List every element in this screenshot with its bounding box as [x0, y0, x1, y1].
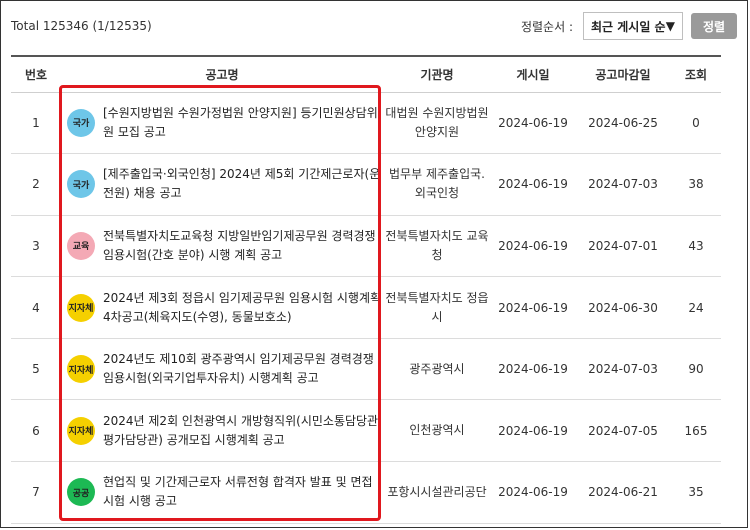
- row-views: 0: [692, 115, 700, 130]
- row-number: 5: [32, 362, 40, 377]
- notice-title-link[interactable]: 2024년 제2회 인천광역시 개방형직위(시민소통담당관, 평가담당관) 공개…: [103, 412, 382, 450]
- sort-order-select[interactable]: 최근 게시일 순 ▼: [583, 12, 683, 40]
- row-title-cell: 공공 현업직 및 기간제근로자 서류전형 합격자 발표 및 면접시험 시행 공고: [61, 462, 383, 524]
- row-posted-date: 2024-06-19: [498, 300, 568, 315]
- notice-title-link[interactable]: [수원지방법원 수원가정법원 안양지원] 등기민원상담위원 모집 공고: [103, 104, 382, 142]
- row-agency: 전북특별자치도 정읍시: [385, 290, 489, 324]
- category-badge: 국가: [67, 108, 95, 137]
- row-number: 4: [32, 300, 40, 315]
- row-deadline-date: 2024-06-30: [588, 300, 658, 315]
- column-header-agency: 기관명: [420, 67, 454, 82]
- row-number: 6: [32, 423, 40, 438]
- row-agency: 포항시시설관리공단: [387, 484, 487, 499]
- notice-table: 번호 공고명 기관명 게시일 공고마감일 조회 1 국가 [수원지방법원 수원가…: [11, 55, 721, 524]
- row-title-cell: 교육 전북특별자치도교육청 지방일반임기제공무원 경력경쟁임용시험(간호 분야)…: [61, 215, 383, 277]
- column-header-views: 조회: [684, 67, 708, 82]
- row-deadline-date: 2024-06-25: [588, 115, 658, 130]
- chevron-down-icon: ▼: [665, 19, 675, 33]
- total-count: Total 125346 (1/12535): [11, 19, 152, 33]
- sort-label: 정렬순서 :: [520, 19, 573, 34]
- table-row[interactable]: 6 지자체 2024년 제2회 인천광역시 개방형직위(시민소통담당관, 평가담…: [11, 400, 721, 462]
- category-badge: 지자체: [67, 355, 95, 384]
- table-row[interactable]: 4 지자체 2024년 제3회 정읍시 임기제공무원 임용시험 시행계획 4차공…: [11, 277, 721, 339]
- sort-button[interactable]: 정렬: [691, 13, 737, 39]
- row-agency: 인천광역시: [409, 423, 465, 438]
- row-posted-date: 2024-06-19: [498, 362, 568, 377]
- table-row[interactable]: 2 국가 [제주출입국·외국인청] 2024년 제5회 기간제근로자(운전원) …: [11, 154, 721, 216]
- row-posted-date: 2024-06-19: [498, 177, 568, 192]
- row-number: 2: [32, 177, 40, 192]
- table-header-row: 번호 공고명 기관명 게시일 공고마감일 조회: [11, 56, 721, 92]
- row-deadline-date: 2024-07-01: [588, 238, 658, 253]
- category-badge: 교육: [67, 231, 95, 260]
- row-agency: 대법원 수원지방법원 안양지원: [385, 105, 489, 139]
- row-posted-date: 2024-06-19: [498, 115, 568, 130]
- row-title-cell: 지자체 2024년 제3회 정읍시 임기제공무원 임용시험 시행계획 4차공고(…: [61, 277, 383, 339]
- list-toolbar: Total 125346 (1/12535) 정렬순서 : 최근 게시일 순 ▼…: [11, 11, 737, 41]
- table-row[interactable]: 1 국가 [수원지방법원 수원가정법원 안양지원] 등기민원상담위원 모집 공고…: [11, 92, 721, 154]
- row-posted-date: 2024-06-19: [498, 238, 568, 253]
- notice-title-link[interactable]: 2024년도 제10회 광주광역시 임기제공무원 경력경쟁임용시험(외국기업투자…: [103, 350, 382, 388]
- row-views: 35: [688, 485, 704, 500]
- row-views: 165: [684, 423, 708, 438]
- row-deadline-date: 2024-06-21: [588, 485, 658, 500]
- row-deadline-date: 2024-07-03: [588, 362, 658, 377]
- category-badge: 공공: [67, 478, 95, 507]
- row-title-cell: 지자체 2024년도 제10회 광주광역시 임기제공무원 경력경쟁임용시험(외국…: [61, 338, 383, 400]
- row-views: 38: [688, 177, 704, 192]
- sort-order-value: 최근 게시일 순: [591, 19, 666, 34]
- row-deadline-date: 2024-07-03: [588, 177, 658, 192]
- row-title-cell: 국가 [수원지방법원 수원가정법원 안양지원] 등기민원상담위원 모집 공고: [61, 92, 383, 154]
- row-agency: 법무부 제주출입국.외국인청: [389, 167, 485, 201]
- column-header-posted: 게시일: [516, 67, 550, 82]
- category-badge: 국가: [67, 170, 95, 199]
- row-number: 7: [32, 485, 40, 500]
- column-header-number: 번호: [24, 67, 48, 82]
- row-views: 90: [688, 362, 704, 377]
- row-title-cell: 국가 [제주출입국·외국인청] 2024년 제5회 기간제근로자(운전원) 채용…: [61, 154, 383, 216]
- row-number: 3: [32, 238, 40, 253]
- row-views: 24: [688, 300, 704, 315]
- column-header-title: 공고명: [205, 67, 239, 82]
- table-row[interactable]: 7 공공 현업직 및 기간제근로자 서류전형 합격자 발표 및 면접시험 시행 …: [11, 462, 721, 524]
- sort-controls: 정렬순서 : 최근 게시일 순 ▼ 정렬: [521, 12, 737, 40]
- row-number: 1: [32, 115, 40, 130]
- table-row[interactable]: 3 교육 전북특별자치도교육청 지방일반임기제공무원 경력경쟁임용시험(간호 분…: [11, 215, 721, 277]
- notice-title-link[interactable]: 전북특별자치도교육청 지방일반임기제공무원 경력경쟁임용시험(간호 분야) 시행…: [103, 227, 382, 265]
- row-posted-date: 2024-06-19: [498, 485, 568, 500]
- row-views: 43: [688, 238, 704, 253]
- category-badge: 지자체: [67, 416, 95, 445]
- row-agency: 광주광역시: [409, 361, 465, 376]
- category-badge: 지자체: [67, 293, 95, 322]
- row-agency: 전북특별자치도 교육청: [385, 228, 489, 262]
- notice-title-link[interactable]: 2024년 제3회 정읍시 임기제공무원 임용시험 시행계획 4차공고(체육지도…: [103, 289, 382, 327]
- table-row[interactable]: 5 지자체 2024년도 제10회 광주광역시 임기제공무원 경력경쟁임용시험(…: [11, 338, 721, 400]
- row-posted-date: 2024-06-19: [498, 423, 568, 438]
- row-title-cell: 지자체 2024년 제2회 인천광역시 개방형직위(시민소통담당관, 평가담당관…: [61, 400, 383, 462]
- column-header-deadline: 공고마감일: [595, 67, 651, 82]
- notice-title-link[interactable]: [제주출입국·외국인청] 2024년 제5회 기간제근로자(운전원) 채용 공고: [103, 165, 382, 203]
- notice-title-link[interactable]: 현업직 및 기간제근로자 서류전형 합격자 발표 및 면접시험 시행 공고: [103, 473, 382, 511]
- page-frame: Total 125346 (1/12535) 정렬순서 : 최근 게시일 순 ▼…: [0, 0, 748, 528]
- row-deadline-date: 2024-07-05: [588, 423, 658, 438]
